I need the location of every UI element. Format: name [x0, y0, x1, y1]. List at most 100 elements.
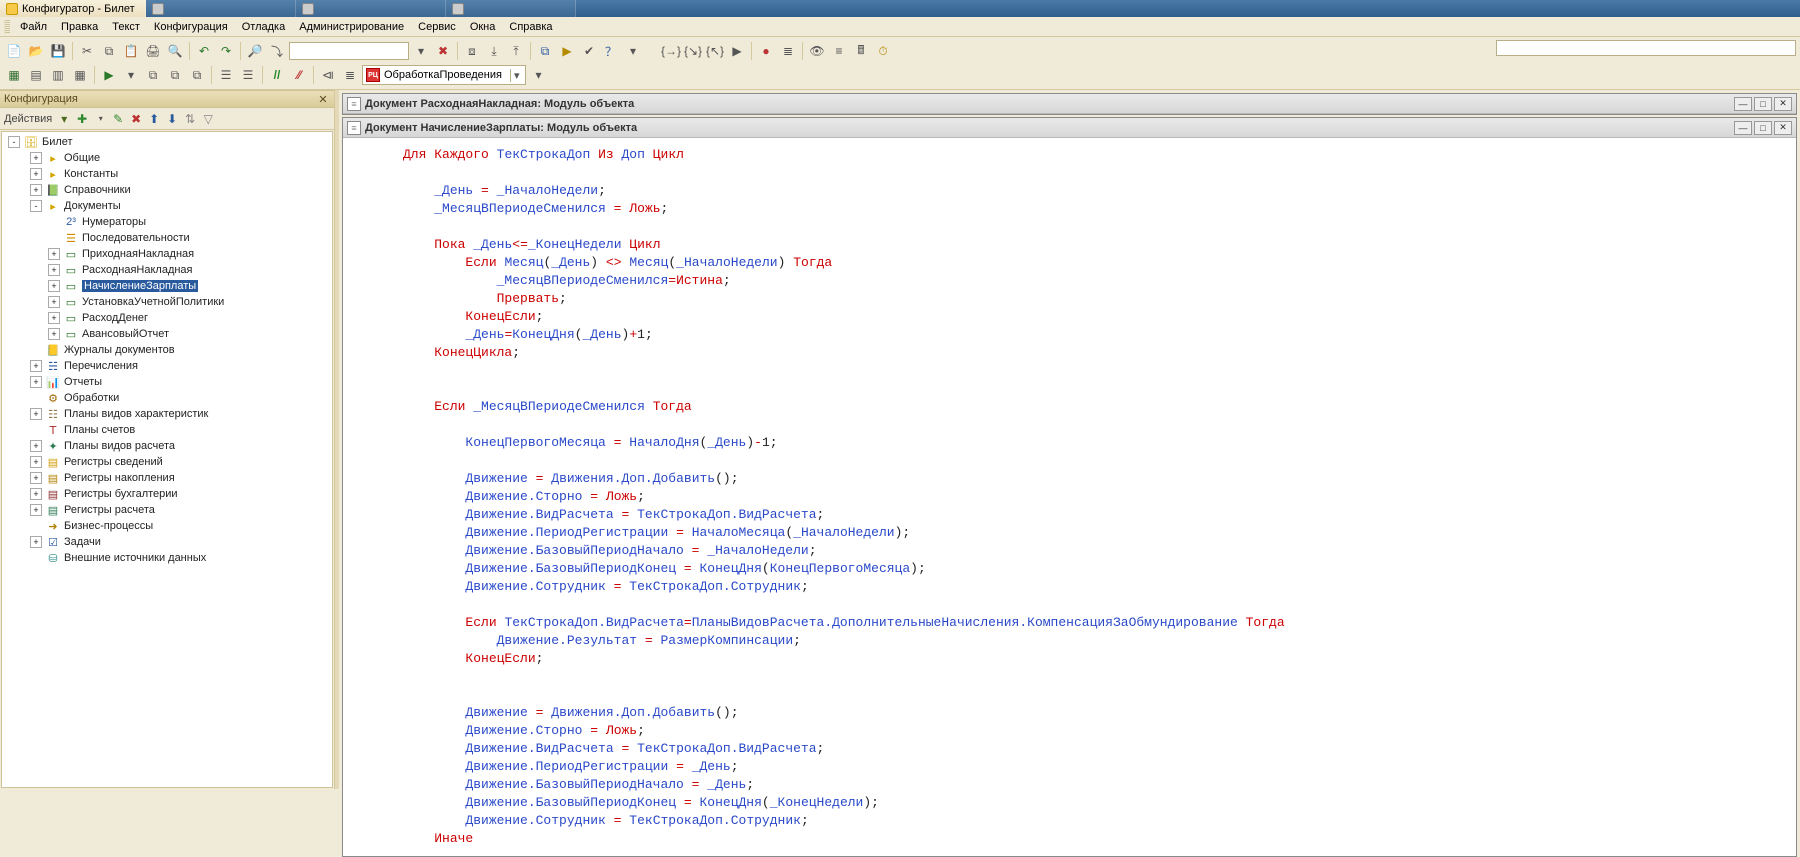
add-icon[interactable]: ✚: [74, 111, 90, 127]
menu-config[interactable]: Конфигурация: [148, 19, 234, 35]
os-tab-active[interactable]: Конфигуратор - Билет: [0, 0, 146, 17]
tree-item[interactable]: +✦Планы видов расчета: [2, 438, 332, 454]
add-dd-icon[interactable]: [92, 111, 108, 127]
continue-icon[interactable]: ▶: [727, 41, 747, 61]
expander-icon[interactable]: +: [30, 360, 42, 372]
panel-close-button[interactable]: ✕: [316, 92, 330, 106]
tree-item[interactable]: +📗Справочники: [2, 182, 332, 198]
tree-item[interactable]: +▭НачислениеЗарплаты: [2, 278, 332, 294]
filter-icon[interactable]: ▽: [200, 111, 216, 127]
clear-icon[interactable]: ✖: [433, 41, 453, 61]
maximize-button[interactable]: □: [1754, 121, 1772, 135]
tree-item[interactable]: -🗄Билет: [2, 134, 332, 150]
minimize-button[interactable]: —: [1734, 97, 1752, 111]
module-next-icon[interactable]: ▾: [528, 65, 548, 85]
bookmark-next-icon[interactable]: ⤓: [484, 41, 504, 61]
expander-icon[interactable]: +: [30, 536, 42, 548]
tree-scroll[interactable]: -🗄Билет+▸Общие+▸Константы+📗Справочники-▸…: [1, 131, 333, 788]
search-input[interactable]: [289, 42, 409, 60]
expander-icon[interactable]: +: [30, 504, 42, 516]
expander-icon[interactable]: +: [30, 168, 42, 180]
expander-icon[interactable]: +: [48, 280, 60, 292]
code-editor[interactable]: Для Каждого ТекСтрокаДоп Из Доп Цикл _Де…: [343, 138, 1796, 856]
tree-item[interactable]: ⚙Обработки: [2, 390, 332, 406]
mod3-icon[interactable]: ⧉: [187, 65, 207, 85]
tree-item[interactable]: ＴПланы счетов: [2, 422, 332, 438]
os-tab[interactable]: [446, 0, 576, 17]
expander-icon[interactable]: +: [30, 376, 42, 388]
redo-icon[interactable]: ↷: [216, 41, 236, 61]
os-tab[interactable]: [296, 0, 446, 17]
expander-icon[interactable]: +: [30, 456, 42, 468]
menu-edit[interactable]: Правка: [55, 19, 104, 35]
step-into-icon[interactable]: {↘}: [683, 41, 703, 61]
expander-icon[interactable]: +: [48, 296, 60, 308]
calc-icon[interactable]: 🖩: [851, 41, 871, 61]
menu-debug[interactable]: Отладка: [236, 19, 291, 35]
go-dd-icon[interactable]: ▾: [121, 65, 141, 85]
down-icon[interactable]: ⬇: [164, 111, 180, 127]
save-icon[interactable]: 💾: [48, 41, 68, 61]
run-enterprise-icon[interactable]: ▶: [557, 41, 577, 61]
expander-icon[interactable]: +: [48, 264, 60, 276]
edit-icon[interactable]: ✎: [110, 111, 126, 127]
step-out-icon[interactable]: {↖}: [705, 41, 725, 61]
tree-item[interactable]: +▸Общие: [2, 150, 332, 166]
doc-titlebar[interactable]: ≡ Документ НачислениеЗарплаты: Модуль об…: [343, 118, 1796, 138]
perf-icon[interactable]: ⏱: [873, 41, 893, 61]
breakpoint-icon[interactable]: ●: [756, 41, 776, 61]
run-1c-icon[interactable]: ⧉: [535, 41, 555, 61]
tree-item[interactable]: +▭РасходнаяНакладная: [2, 262, 332, 278]
sort-icon[interactable]: ⇅: [182, 111, 198, 127]
tree-item[interactable]: 2³Нумераторы: [2, 214, 332, 230]
expander-icon[interactable]: +: [30, 472, 42, 484]
cut-icon[interactable]: ✂: [77, 41, 97, 61]
address-box[interactable]: [1496, 40, 1796, 56]
doc-titlebar[interactable]: ≡ Документ РасходнаяНакладная: Модуль об…: [343, 94, 1796, 114]
uncomment-icon[interactable]: ⁄⁄: [289, 65, 309, 85]
go-icon[interactable]: ▶: [99, 65, 119, 85]
close-button[interactable]: ✕: [1774, 121, 1792, 135]
expander-icon[interactable]: +: [30, 408, 42, 420]
print-icon[interactable]: 🖨: [143, 41, 163, 61]
bookmark-prev-icon[interactable]: ⤒: [506, 41, 526, 61]
findnext-icon[interactable]: ⤵: [267, 41, 287, 61]
minimize-button[interactable]: —: [1734, 121, 1752, 135]
find-icon[interactable]: 🔎: [245, 41, 265, 61]
expander-icon[interactable]: +: [30, 184, 42, 196]
mod2-icon[interactable]: ⧉: [165, 65, 185, 85]
maximize-button[interactable]: □: [1754, 97, 1772, 111]
tree-item[interactable]: +📊Отчеты: [2, 374, 332, 390]
help-icon[interactable]: ？: [601, 41, 621, 61]
open-icon[interactable]: 📂: [26, 41, 46, 61]
menu-file[interactable]: Файл: [14, 19, 53, 35]
bookmark-icon[interactable]: ⧈: [462, 41, 482, 61]
tree-item[interactable]: +▭АвансовыйОтчет: [2, 326, 332, 342]
tree-item[interactable]: 📒Журналы документов: [2, 342, 332, 358]
copy-icon[interactable]: ⧉: [99, 41, 119, 61]
expander-icon[interactable]: -: [8, 136, 20, 148]
expander-icon[interactable]: -: [30, 200, 42, 212]
comment-icon[interactable]: //: [267, 65, 287, 85]
syntax-icon[interactable]: ✔: [579, 41, 599, 61]
bookmark2-icon[interactable]: ☰: [238, 65, 258, 85]
tree-item[interactable]: +☵Перечисления: [2, 358, 332, 374]
panel3-icon[interactable]: ▦: [70, 65, 90, 85]
new-icon[interactable]: 📄: [4, 41, 24, 61]
table-icon[interactable]: ▦: [4, 65, 24, 85]
menu-help[interactable]: Справка: [503, 19, 558, 35]
breakpoints-list-icon[interactable]: ≣: [778, 41, 798, 61]
tree-icon[interactable]: ☰: [216, 65, 236, 85]
menu-windows[interactable]: Окна: [464, 19, 502, 35]
tree-item[interactable]: +▭ПриходнаяНакладная: [2, 246, 332, 262]
os-tab[interactable]: [146, 0, 296, 17]
panel2-icon[interactable]: ▥: [48, 65, 68, 85]
tree-item[interactable]: -▸Документы: [2, 198, 332, 214]
expander-icon[interactable]: +: [30, 488, 42, 500]
tree-item[interactable]: +▤Регистры расчета: [2, 502, 332, 518]
tree-item[interactable]: ☰Последовательности: [2, 230, 332, 246]
watch-icon[interactable]: 👁: [807, 41, 827, 61]
tree-item[interactable]: ➜Бизнес-процессы: [2, 518, 332, 534]
menu-service[interactable]: Сервис: [412, 19, 462, 35]
tree-item[interactable]: +▭УстановкаУчетнойПолитики: [2, 294, 332, 310]
